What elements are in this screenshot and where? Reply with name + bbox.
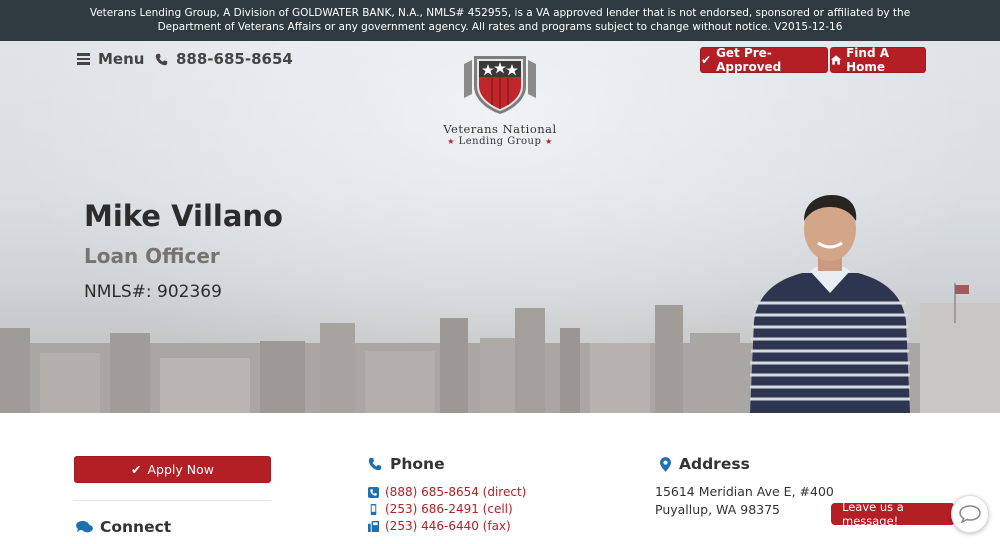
profile-title: Loan Officer xyxy=(84,244,220,268)
leave-message-button[interactable]: Leave us a message! xyxy=(831,500,955,528)
menu-button[interactable]: Menu xyxy=(77,50,144,68)
logo-line-2-wrapper: ★ Lending Group ★ xyxy=(428,136,572,147)
find-a-home-label: Find A Home xyxy=(846,46,890,74)
apply-now-label: Apply Now xyxy=(147,462,214,477)
phone-icon xyxy=(368,457,382,471)
find-a-home-button[interactable]: Find A Home xyxy=(830,46,926,74)
map-marker-icon xyxy=(660,456,671,472)
sidebar-divider xyxy=(74,500,271,501)
phone-list: (888) 685-8654 (direct) (253) 686-2491 (… xyxy=(368,484,526,535)
hamburger-icon xyxy=(77,51,90,67)
phone-direct-number: (888) 685-8654 (direct) xyxy=(385,485,527,499)
connect-label: Connect xyxy=(100,518,172,536)
hero-section: Menu 888-685-8654 ✔ Get Pre-Approved Fin… xyxy=(0,41,1000,413)
checkmark-icon: ✔ xyxy=(701,53,712,67)
site-logo[interactable]: Veterans National ★ Lending Group ★ xyxy=(428,50,572,150)
phone-cell-link[interactable]: (253) 686-2491 (cell) xyxy=(368,501,526,518)
profile-nmls: NMLS#: 902369 xyxy=(84,282,222,302)
get-pre-approved-button[interactable]: ✔ Get Pre-Approved xyxy=(700,46,828,74)
phone-heading: Phone xyxy=(368,455,445,473)
get-pre-approved-label: Get Pre-Approved xyxy=(716,46,782,74)
profile-name: Mike Villano xyxy=(84,199,283,233)
mobile-icon xyxy=(370,504,377,515)
phone-cell-number: (253) 686-2491 (cell) xyxy=(385,502,513,516)
address-line-1: 15614 Meridian Ave E, #400 xyxy=(655,484,834,499)
logo-star-right-icon: ★ xyxy=(545,137,553,146)
address-heading: Address xyxy=(660,455,750,473)
disclaimer-banner: Veterans Lending Group, A Division of GO… xyxy=(0,0,1000,41)
phone-direct-link[interactable]: (888) 685-8654 (direct) xyxy=(368,484,526,501)
address-text: 15614 Meridian Ave E, #400 Puyallup, WA … xyxy=(655,483,834,519)
contact-section: ✔ Apply Now Connect Phone (888) 685-8654… xyxy=(0,413,1000,544)
phone-icon xyxy=(155,53,168,65)
chat-widget-button[interactable] xyxy=(951,495,989,533)
home-icon xyxy=(831,55,842,65)
logo-line-1: Veterans National xyxy=(443,122,557,136)
address-heading-label: Address xyxy=(679,455,750,473)
comments-icon xyxy=(76,520,93,533)
connect-heading: Connect xyxy=(76,518,171,536)
menu-label: Menu xyxy=(98,50,145,68)
phone-fax-link[interactable]: (253) 446-6440 (fax) xyxy=(368,518,526,535)
chat-bubble-icon xyxy=(959,505,981,523)
apply-now-button[interactable]: ✔ Apply Now xyxy=(74,456,271,483)
logo-line-2: Lending Group xyxy=(458,136,542,147)
address-line-2: Puyallup, WA 98375 xyxy=(655,502,781,517)
shield-logo-icon xyxy=(464,56,536,114)
logo-star-left-icon: ★ xyxy=(447,137,455,146)
header-phone-link[interactable]: 888-685-8654 xyxy=(155,50,293,68)
checkmark-icon: ✔ xyxy=(131,462,142,477)
phone-square-icon xyxy=(368,487,379,498)
loan-officer-photo xyxy=(750,195,910,413)
header-phone-number: 888-685-8654 xyxy=(176,50,293,68)
phone-fax-number: (253) 446-6440 (fax) xyxy=(385,519,511,533)
phone-heading-label: Phone xyxy=(390,455,445,473)
fax-icon xyxy=(368,521,379,532)
